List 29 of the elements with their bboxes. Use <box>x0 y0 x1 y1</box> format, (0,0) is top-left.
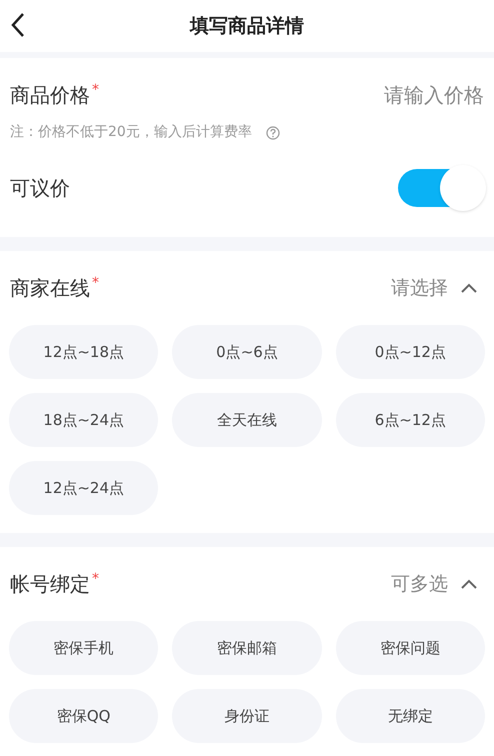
chevron-up-icon[interactable] <box>460 282 478 294</box>
option-chip[interactable]: 密保问题 <box>336 621 485 675</box>
option-chip[interactable]: 12点~18点 <box>9 325 158 379</box>
price-input[interactable]: 请输入价格 <box>284 80 484 110</box>
section-label: 商家在线 <box>10 275 90 302</box>
option-chip[interactable]: 6点~12点 <box>336 393 485 447</box>
field-label: 商品价格 <box>10 82 90 109</box>
option-chip[interactable]: 无绑定 <box>336 689 485 743</box>
option-chip[interactable]: 全天在线 <box>172 393 322 447</box>
section-hint: 可多选 <box>391 572 448 597</box>
option-chip[interactable]: 0点~12点 <box>336 325 485 379</box>
option-chip[interactable]: 密保邮箱 <box>172 621 322 675</box>
section-hint: 请选择 <box>391 276 448 301</box>
chevron-up-icon[interactable] <box>460 578 478 590</box>
section-label: 帐号绑定 <box>10 571 90 598</box>
back-icon[interactable] <box>10 12 26 38</box>
required-mark: * <box>92 274 99 293</box>
required-mark: * <box>92 81 99 100</box>
required-mark: * <box>92 570 99 589</box>
option-chip[interactable]: 密保QQ <box>9 689 158 743</box>
help-icon[interactable] <box>266 126 280 140</box>
option-chip[interactable]: 0点~6点 <box>172 325 322 379</box>
option-chip[interactable]: 18点~24点 <box>9 393 158 447</box>
field-label: 可议价 <box>10 175 70 202</box>
option-chip[interactable]: 身份证 <box>172 689 322 743</box>
option-chip[interactable]: 12点~24点 <box>9 461 158 515</box>
option-chip[interactable]: 密保手机 <box>9 621 158 675</box>
price-note: 注：价格不低于20元，输入后计算费率 <box>10 123 252 142</box>
page-title: 填写商品详情 <box>190 14 304 39</box>
